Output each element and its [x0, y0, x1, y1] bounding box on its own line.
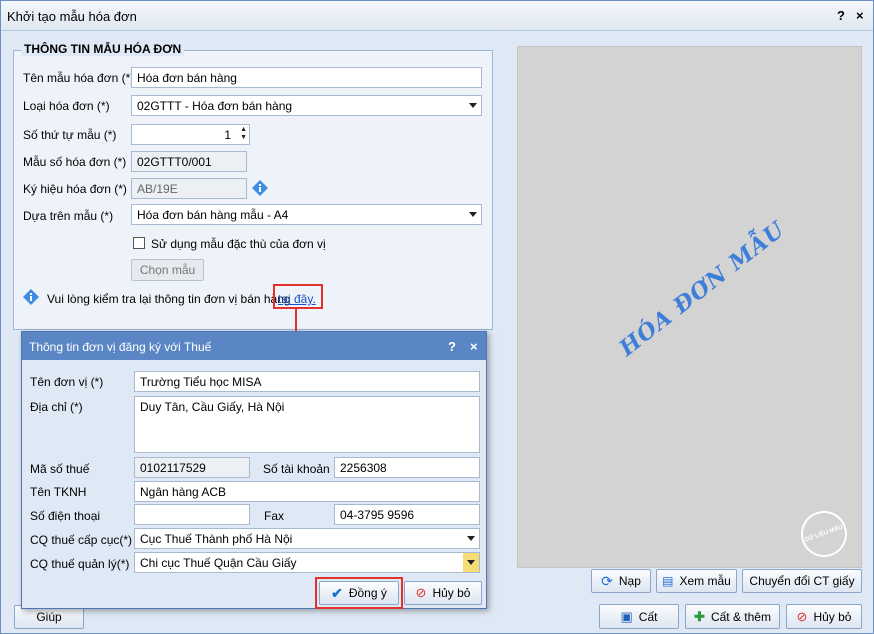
dropdown-button[interactable] [463, 553, 479, 572]
info-icon [23, 289, 39, 305]
dialog-cancel-button[interactable]: ⊘ Hủy bỏ [404, 581, 482, 605]
address-input[interactable]: Duy Tân, Cầu Giấy, Hà Nội [134, 396, 480, 453]
help-button[interactable]: ? [837, 8, 845, 23]
floppy-icon: ▣ [620, 608, 633, 624]
convert-button[interactable]: Chuyển đổi CT giấy [742, 569, 862, 593]
dialog-title-bar: Thông tin đơn vị đăng ký với Thuế ? × [22, 332, 486, 360]
chevron-down-icon [469, 212, 477, 217]
window-title: Khởi tạo mẫu hóa đơn [7, 9, 137, 24]
unit-name-label: Tên đơn vị (*) [30, 375, 104, 389]
based-on-value: Hóa đơn bán hàng mẫu - A4 [137, 208, 289, 222]
bank-label: Tên TKNH [30, 485, 87, 499]
invoice-type-label: Loại hóa đơn (*) [23, 99, 110, 113]
note-text: Vui lòng kiểm tra lại thông tin đơn vị b… [47, 292, 291, 306]
account-input[interactable]: 2256308 [334, 457, 480, 478]
dialog-cancel-label: Hủy bỏ [432, 586, 471, 600]
fax-label: Fax [264, 509, 285, 523]
save-add-label: Cất & thêm [710, 609, 771, 624]
chevron-down-icon [467, 536, 475, 541]
tax-code-label: Mã số thuế [30, 462, 90, 476]
dialog-help-button[interactable]: ? [448, 339, 456, 354]
refresh-icon: ⟳ [601, 572, 613, 589]
address-label: Địa chỉ (*) [30, 400, 83, 414]
save-add-button[interactable]: ✚ Cất & thêm [685, 604, 780, 629]
tax-code-field[interactable]: 0102117529 [134, 457, 250, 478]
spinner-icon[interactable]: ▲ ▼ [240, 126, 247, 142]
invoice-type-value: 02GTTT - Hóa đơn bán hàng [137, 99, 293, 113]
chevron-down-icon [467, 560, 475, 565]
cancel-icon: ⊘ [415, 585, 427, 600]
link-highlight [273, 284, 323, 309]
template-name-label: Tên mẫu hóa đơn (*) [23, 71, 135, 85]
view-template-label: Xem mẫu [679, 574, 731, 588]
fax-input[interactable]: 04-3795 9596 [334, 504, 480, 525]
based-on-label: Dựa trên mẫu (*) [23, 209, 114, 223]
order-value: 1 [224, 128, 231, 142]
tax-dept-value: Cục Thuế Thành phố Hà Nội [140, 532, 293, 546]
symbol-label: Ký hiệu hóa đơn (*) [23, 182, 127, 196]
view-template-button[interactable]: ▤ Xem mẫu [656, 569, 737, 593]
template-no-field[interactable]: 02GTTT0/001 [131, 151, 247, 172]
document-icon: ▤ [662, 574, 674, 588]
cancel-window-button[interactable]: ⊘ Hủy bỏ [786, 604, 862, 629]
special-template-label: Sử dụng mẫu đặc thù của đơn vị [151, 237, 326, 251]
cancel-icon: ⊘ [796, 608, 808, 624]
reload-label: Nạp [618, 574, 641, 588]
close-button[interactable]: × [856, 8, 864, 23]
section-title: THÔNG TIN MẪU HÓA ĐƠN [21, 42, 185, 56]
order-stepper[interactable]: 1 ▲ ▼ [131, 124, 250, 145]
template-name-input[interactable]: Hóa đơn bán hàng [131, 67, 482, 88]
reload-button[interactable]: ⟳ Nạp [591, 569, 651, 593]
tax-mgr-label: CQ thuế quản lý(*) [30, 557, 130, 571]
order-label: Số thứ tự mẫu (*) [23, 128, 117, 142]
save-label: Cất [638, 609, 658, 624]
template-no-label: Mẫu số hóa đơn (*) [23, 155, 127, 169]
cancel-window-label: Hủy bỏ [813, 609, 852, 624]
save-button[interactable]: ▣ Cất [599, 604, 679, 629]
info-icon[interactable] [252, 180, 268, 196]
title-bar: Khởi tạo mẫu hóa đơn ? × [1, 1, 873, 31]
tax-info-dialog: Thông tin đơn vị đăng ký với Thuế ? × Tê… [21, 331, 487, 609]
phone-label: Số điện thoại [30, 509, 101, 523]
dialog-close-button[interactable]: × [470, 339, 478, 354]
invoice-template-window: Khởi tạo mẫu hóa đơn ? × THÔNG TIN MẪU H… [0, 0, 874, 634]
chevron-down-icon [469, 103, 477, 108]
invoice-type-select[interactable]: 02GTTT - Hóa đơn bán hàng [131, 95, 482, 116]
phone-input[interactable] [134, 504, 250, 525]
tax-dept-label: CQ thuế cấp cục(*) [30, 533, 133, 547]
account-label: Số tài khoản [263, 462, 330, 476]
symbol-field[interactable]: AB/19E [131, 178, 247, 199]
based-on-select[interactable]: Hóa đơn bán hàng mẫu - A4 [131, 204, 482, 225]
special-template-checkbox[interactable] [133, 237, 145, 249]
add-icon: ✚ [694, 608, 705, 624]
choose-template-button[interactable]: Chọn mẫu [131, 259, 204, 281]
ok-highlight [315, 577, 403, 609]
bank-input[interactable]: Ngân hàng ACB [134, 481, 480, 502]
dialog-title: Thông tin đơn vị đăng ký với Thuế [29, 340, 212, 354]
tax-mgr-value: Chi cục Thuế Quận Cầu Giấy [140, 556, 297, 570]
unit-name-input[interactable]: Trường Tiểu học MISA [134, 371, 480, 392]
tax-dept-select[interactable]: Cục Thuế Thành phố Hà Nội [134, 528, 480, 549]
tax-mgr-select[interactable]: Chi cục Thuế Quận Cầu Giấy [134, 552, 480, 573]
